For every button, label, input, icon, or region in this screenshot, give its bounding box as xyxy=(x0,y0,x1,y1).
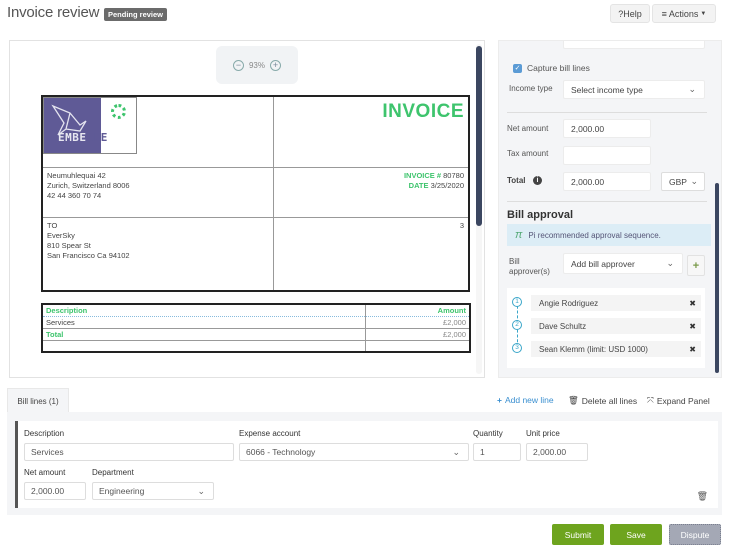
zoom-out-icon[interactable]: − xyxy=(232,59,244,71)
divider xyxy=(43,217,468,218)
income-type-label: Income type xyxy=(509,84,553,93)
top-field[interactable] xyxy=(563,41,705,49)
tax-amount-input[interactable] xyxy=(563,146,651,165)
unit-price-label: Unit price xyxy=(526,429,560,438)
logo-ring-icon xyxy=(111,104,126,119)
expand-panel-button[interactable]: ⤧ Expand Panel xyxy=(647,395,710,406)
recommendation-banner: π Pi recommended approval sequence. xyxy=(507,224,711,246)
plus-icon: + xyxy=(692,259,700,272)
table-total-row: Total £2,000 xyxy=(43,329,469,341)
delete-line-icon[interactable]: 🗑 xyxy=(697,491,708,502)
add-approver-select[interactable]: Add bill approver ⌄ xyxy=(563,253,683,274)
bill-lines-panel: Description Services Expense account 606… xyxy=(7,412,722,515)
description-input[interactable]: Services xyxy=(24,443,234,461)
tab-bill-lines[interactable]: Bill lines (1) xyxy=(7,388,69,413)
page-marker: 3 xyxy=(459,221,464,230)
expense-account-select[interactable]: 6066 - Technology ⌄ xyxy=(239,443,469,461)
total-label: Total xyxy=(507,176,526,185)
info-icon[interactable]: i xyxy=(533,176,542,185)
add-new-line-button[interactable]: + Add new line xyxy=(497,395,554,405)
menu-icon: ≡ xyxy=(661,8,667,19)
pi-icon: π xyxy=(515,229,523,241)
zoom-control: − 93% + xyxy=(216,46,298,84)
table-row xyxy=(43,341,469,353)
panel-scrollbar-thumb[interactable] xyxy=(715,183,719,373)
save-button[interactable]: Save xyxy=(610,524,662,545)
currency-select[interactable]: GBP ⌄ xyxy=(661,172,705,191)
total-input[interactable]: 2,000.00 xyxy=(563,172,651,191)
status-badge: Pending review xyxy=(104,8,168,21)
step-badge: 3 xyxy=(512,343,522,353)
step-badge: 2 xyxy=(512,320,522,330)
invoice-line-table: Description Amount Services £2,000 Total… xyxy=(41,303,471,353)
divider xyxy=(43,167,468,168)
zoom-level: 93% xyxy=(248,60,265,70)
chevron-down-icon: ⌄ xyxy=(688,84,696,94)
net-amount-input[interactable]: 2,000.00 xyxy=(563,119,651,138)
help-button[interactable]: ? Help xyxy=(610,4,650,23)
invoice-header-block: EMBELLE INVOICE Neumuhlequai 42 Zurich, … xyxy=(41,95,470,292)
remove-icon[interactable]: ✖ xyxy=(689,322,696,331)
divider xyxy=(273,97,274,290)
invoice-details-panel: ✓ Capture bill lines Income type Select … xyxy=(498,40,722,378)
expand-icon: ⤧ xyxy=(647,395,654,405)
department-label: Department xyxy=(92,468,134,477)
delete-all-lines-button[interactable]: 🗑 Delete all lines xyxy=(568,395,637,406)
approver-item[interactable]: Sean Klemm (limit: USD 1000) ✖ xyxy=(531,341,701,357)
expense-account-label: Expense account xyxy=(239,429,301,438)
page-title: Invoice review xyxy=(7,4,100,21)
logo-text: EMBELLE xyxy=(58,131,108,144)
income-type-select[interactable]: Select income type ⌄ xyxy=(563,80,705,99)
remove-icon[interactable]: ✖ xyxy=(689,299,696,308)
company-logo: EMBELLE xyxy=(43,97,137,154)
approver-item[interactable]: Dave Schultz ✖ xyxy=(531,318,701,334)
approvers-list: 1 Angie Rodriguez ✖ 2 Dave Schultz ✖ 3 S… xyxy=(507,288,705,368)
actions-button[interactable]: ≡ Actions ▼ xyxy=(652,4,716,23)
zoom-in-icon[interactable]: + xyxy=(270,59,281,71)
net-amount-label: Net amount xyxy=(24,468,66,477)
sender-address: Neumuhlequai 42 Zurich, Switzerland 8006… xyxy=(47,171,130,200)
description-label: Description xyxy=(24,429,65,438)
chevron-down-icon: ⌄ xyxy=(690,176,698,186)
approver-item[interactable]: Angie Rodriguez ✖ xyxy=(531,295,701,311)
invoice-meta: INVOICE # 80780 DATE 3/25/2020 xyxy=(403,171,464,190)
net-amount-label: Net amount xyxy=(507,124,549,133)
chevron-down-icon: ⌄ xyxy=(666,258,674,268)
trash-icon: 🗑 xyxy=(568,395,579,405)
remove-icon[interactable]: ✖ xyxy=(689,345,696,354)
caret-down-icon: ▼ xyxy=(700,10,707,17)
department-select[interactable]: Engineering ⌄ xyxy=(92,482,214,500)
quantity-label: Quantity xyxy=(473,429,503,438)
bill-approvers-label: Bill approver(s) xyxy=(509,257,550,276)
bill-line-card: Description Services Expense account 606… xyxy=(15,421,718,508)
net-amount-input[interactable]: 2,000.00 xyxy=(24,482,86,500)
capture-bill-lines-checkbox[interactable]: ✓ xyxy=(513,64,522,73)
unit-price-input[interactable]: 2,000.00 xyxy=(526,443,588,461)
tax-amount-label: Tax amount xyxy=(507,149,549,158)
document-viewer[interactable]: − 93% + EMBELLE INVOICE Neumuhlequai 42 … xyxy=(9,40,485,378)
invoice-heading: INVOICE xyxy=(382,101,464,122)
plus-icon: + xyxy=(497,395,502,405)
quantity-input[interactable]: 1 xyxy=(473,443,521,461)
submit-button[interactable]: Submit xyxy=(552,524,604,545)
chevron-down-icon: ⌄ xyxy=(197,485,205,496)
bill-approval-title: Bill approval xyxy=(507,209,574,221)
table-header: Description Amount xyxy=(43,305,469,317)
table-row: Services £2,000 xyxy=(43,317,469,329)
actions-label: Actions xyxy=(668,8,699,19)
step-badge: 1 xyxy=(512,297,522,307)
scrollbar-thumb[interactable] xyxy=(476,46,482,226)
recipient-address: TO EverSky 810 Spear St San Francisco Ca… xyxy=(47,221,130,260)
help-label: Help xyxy=(623,8,642,19)
capture-bill-lines-label: Capture bill lines xyxy=(527,63,590,73)
chevron-down-icon: ⌄ xyxy=(452,446,460,457)
dispute-button[interactable]: Dispute xyxy=(669,524,721,545)
add-approver-button[interactable]: + xyxy=(687,255,705,276)
